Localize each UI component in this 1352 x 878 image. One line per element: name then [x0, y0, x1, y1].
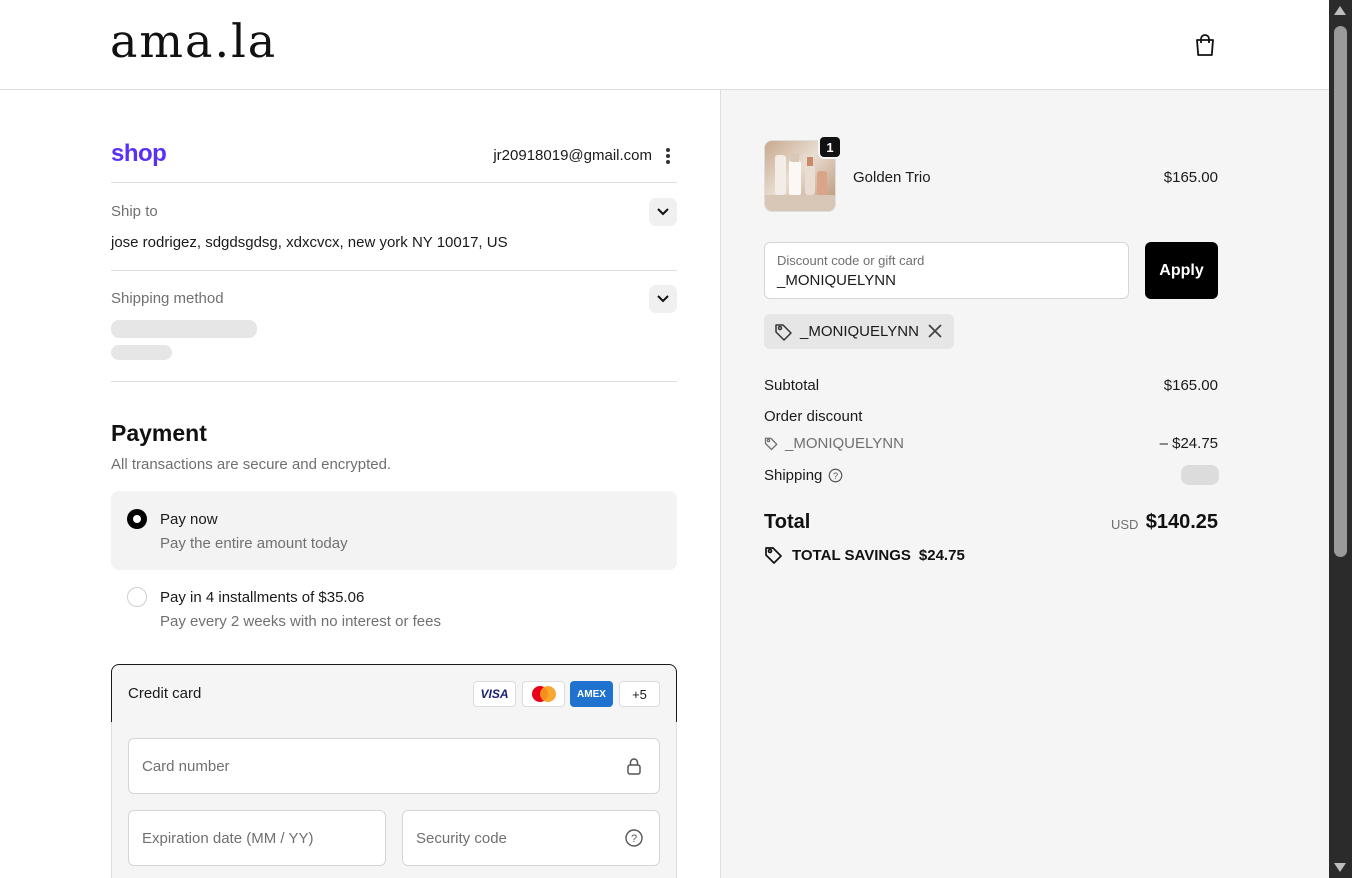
svg-text:?: ? — [631, 833, 637, 845]
amex-icon: AMEX — [570, 681, 613, 707]
more-brands-badge: +5 — [619, 681, 660, 707]
discount-field-label: Discount code or gift card — [777, 253, 925, 268]
ship-to-label: Ship to — [111, 203, 158, 220]
quantity-badge: 1 — [818, 135, 842, 159]
loading-skeleton — [111, 320, 257, 338]
pay-now-radio[interactable] — [127, 509, 147, 529]
checkout-form: shop jr20918019@gmail.com Ship to jose r… — [0, 90, 721, 878]
savings-tag-icon — [765, 547, 782, 564]
remove-discount-icon[interactable] — [927, 323, 943, 339]
savings-label: TOTAL SAVINGS — [792, 546, 911, 564]
discount-code-field[interactable]: Discount code or gift card _MONIQUELYNN — [764, 242, 1129, 299]
subtotal-value: $165.00 — [1163, 377, 1218, 394]
chevron-down-icon — [657, 295, 669, 303]
savings-value: $24.75 — [918, 546, 965, 564]
applied-discount-chip: _MONIQUELYNN — [764, 314, 954, 349]
installments-radio[interactable] — [127, 587, 147, 607]
option-title: Pay now — [160, 511, 218, 528]
shipping-method-expand-button[interactable] — [649, 285, 677, 313]
applied-discount-code: _MONIQUELYNN — [800, 323, 919, 340]
divider — [111, 182, 677, 183]
divider — [111, 270, 677, 271]
ship-to-expand-button[interactable] — [649, 198, 677, 226]
shipping-label: Shipping — [764, 467, 823, 484]
credit-card-option[interactable]: Credit card VISA AMEX +5 — [111, 664, 677, 723]
site-header: ama.la — [0, 0, 1329, 90]
pay-now-option[interactable]: Pay now Pay the entire amount today — [111, 491, 677, 570]
shipping-address: jose rodrigez, sdgdsgdsg, xdxcvcx, new y… — [111, 234, 508, 251]
visa-icon: VISA — [473, 681, 516, 707]
option-subtitle: Pay every 2 weeks with no interest or fe… — [160, 613, 441, 630]
order-discount-label: Order discount — [764, 408, 863, 425]
mastercard-icon — [522, 681, 565, 707]
tag-icon — [774, 322, 794, 342]
lock-icon — [625, 757, 643, 775]
scroll-down-arrow[interactable] — [1334, 863, 1346, 872]
credit-card-form: ? — [111, 722, 677, 878]
apply-button[interactable]: Apply — [1145, 242, 1218, 299]
security-code-input[interactable] — [416, 811, 621, 865]
page-scrollbar[interactable] — [1329, 0, 1352, 878]
scroll-up-arrow[interactable] — [1334, 6, 1346, 15]
total-value: $140.25 — [1145, 511, 1218, 533]
expiration-date-input[interactable] — [142, 811, 347, 865]
shipping-loading-skeleton — [1181, 465, 1219, 485]
installments-option[interactable]: Pay in 4 installments of $35.06 Pay ever… — [111, 572, 677, 644]
divider — [111, 381, 677, 382]
option-title: Pay in 4 installments of $35.06 — [160, 589, 365, 606]
subtotal-label: Subtotal — [764, 377, 820, 394]
card-number-field[interactable] — [128, 738, 660, 794]
shipping-row: Shipping ? — [764, 467, 843, 484]
store-logo[interactable]: ama.la — [110, 14, 277, 68]
help-icon[interactable]: ? — [625, 829, 643, 847]
discount-code-input[interactable]: _MONIQUELYNN — [777, 272, 896, 289]
security-code-field[interactable]: ? — [402, 810, 660, 866]
shop-pay-logo: shop — [111, 140, 167, 167]
credit-card-label: Credit card — [128, 685, 202, 702]
discount-value: – $24.75 — [1159, 435, 1218, 452]
discount-code-row: _MONIQUELYNN — [764, 435, 904, 452]
option-subtitle: Pay the entire amount today — [160, 535, 348, 552]
product-price: $165.00 — [1163, 169, 1218, 186]
payment-title: Payment — [111, 420, 207, 446]
summary-discount-code: _MONIQUELYNN — [785, 435, 904, 452]
card-number-input[interactable] — [142, 739, 566, 793]
cart-icon[interactable] — [1191, 31, 1219, 59]
loading-skeleton — [111, 345, 172, 360]
payment-subtitle: All transactions are secure and encrypte… — [111, 456, 392, 473]
chevron-down-icon — [657, 208, 669, 216]
total-currency: USD — [1111, 517, 1139, 532]
shipping-method-label: Shipping method — [111, 290, 224, 307]
total-label: Total — [764, 511, 811, 533]
svg-text:?: ? — [833, 471, 838, 481]
expiration-date-field[interactable] — [128, 810, 386, 866]
tag-icon — [764, 437, 778, 451]
scrollbar-thumb[interactable] — [1334, 26, 1347, 557]
help-icon[interactable]: ? — [828, 468, 843, 483]
product-name: Golden Trio — [853, 169, 931, 186]
more-options-icon[interactable] — [663, 146, 673, 166]
total-savings: TOTAL SAVINGS $24.75 — [764, 545, 965, 565]
account-email: jr20918019@gmail.com — [493, 147, 652, 164]
